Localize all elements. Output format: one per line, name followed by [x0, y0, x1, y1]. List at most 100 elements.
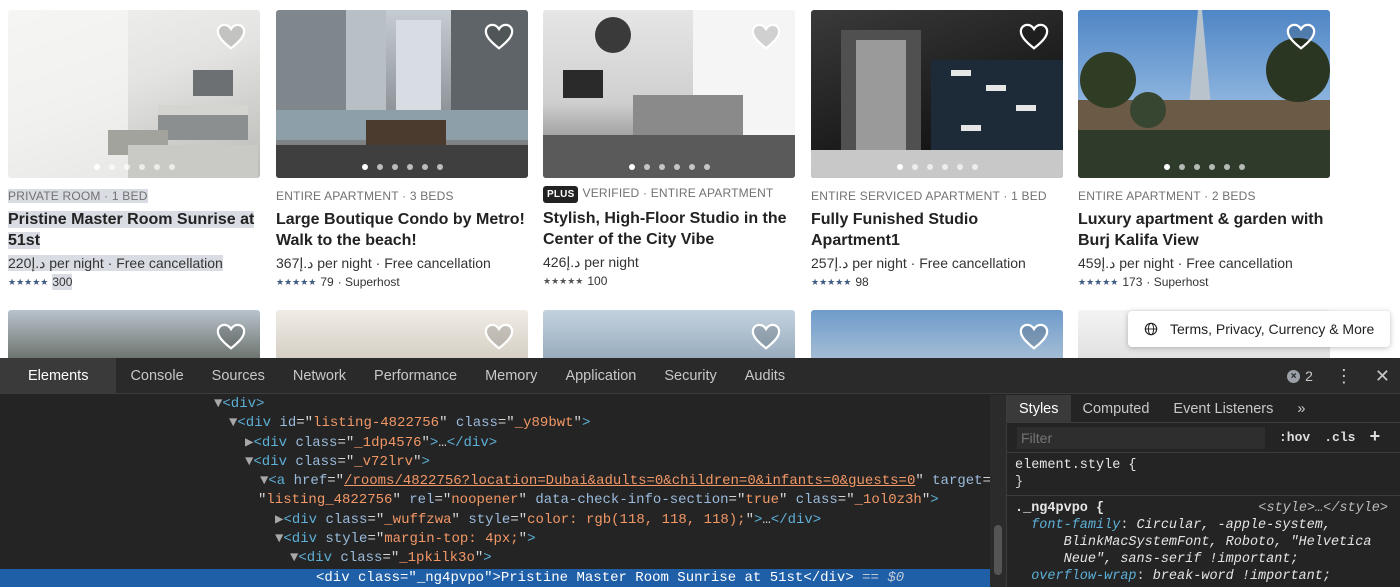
styles-filter-row: :hov .cls + [1007, 423, 1400, 453]
hover-state-toggle[interactable]: :hov [1279, 430, 1310, 445]
more-options-icon[interactable]: ⋮ [1335, 367, 1353, 385]
star-rating-icon: ★★★★★ [1078, 277, 1119, 287]
devtools-tabbar: Elements Console Sources Network Perform… [0, 358, 1400, 394]
listing-title[interactable]: Large Boutique Condo by Metro! Walk to t… [276, 209, 526, 251]
error-counter[interactable]: × 2 [1287, 368, 1313, 384]
favorite-heart-icon[interactable] [1019, 322, 1049, 352]
error-icon: × [1287, 369, 1301, 383]
dom-node[interactable]: ▼<div id="listing-4822756" class="_y89bw… [0, 414, 1006, 433]
star-rating-icon: ★★★★★ [543, 276, 584, 286]
tab-security[interactable]: Security [650, 358, 730, 393]
listing-card[interactable]: PLUS VERIFIED · ENTIRE APARTMENT Stylish,… [543, 10, 795, 289]
tab-console[interactable]: Console [116, 358, 197, 393]
listing-card[interactable]: ENTIRE APARTMENT · 3 BEDS Large Boutique… [276, 10, 528, 290]
favorite-heart-icon[interactable] [751, 22, 781, 52]
listing-title[interactable]: Fully Funished Studio Apartment1 [811, 209, 1061, 251]
listing-photo[interactable] [276, 10, 528, 178]
tab-performance[interactable]: Performance [360, 358, 471, 393]
element-style-rule[interactable]: element.style { } [1007, 453, 1400, 496]
tab-styles[interactable]: Styles [1007, 395, 1071, 422]
star-rating-icon: ★★★★★ [8, 277, 49, 287]
listing-price: 459د.إ per night · Free cancellation [1078, 255, 1293, 271]
listing-price: 257د.إ per night · Free cancellation [811, 255, 1026, 271]
dom-node-continued[interactable]: "listing_4822756" rel="noopener" data-ch… [0, 491, 1006, 510]
more-tabs-icon[interactable]: » [1285, 395, 1317, 422]
carousel-dots [276, 164, 528, 170]
dom-node[interactable]: ▼<div> [0, 395, 1006, 414]
elements-tree[interactable]: ▼<div> ▼<div id="listing-4822756" class=… [0, 395, 1006, 587]
tab-computed[interactable]: Computed [1071, 395, 1162, 422]
listing-title[interactable]: Stylish, High-Floor Studio in the Center… [543, 208, 793, 250]
styles-filter-input[interactable] [1017, 426, 1265, 449]
globe-icon [1144, 322, 1158, 336]
favorite-heart-icon[interactable] [216, 22, 246, 52]
listing-type: ENTIRE APARTMENT · 2 BEDS [1078, 189, 1256, 203]
favorite-heart-icon[interactable] [1019, 22, 1049, 52]
footer-links-label: Terms, Privacy, Currency & More [1170, 321, 1375, 337]
elements-scrollbar[interactable] [990, 395, 1006, 587]
tab-elements[interactable]: Elements [0, 358, 117, 393]
carousel-dots [543, 164, 795, 170]
listing-photo[interactable] [8, 10, 260, 178]
favorite-heart-icon[interactable] [751, 322, 781, 352]
dom-node[interactable]: ▼<div style="margin-top: 4px;"> [0, 530, 1006, 549]
devtools-actions: × 2 ⋮ ✕ [1287, 358, 1390, 394]
dom-node-selected[interactable]: <div class="_ng4pvpo">Pristine Master Ro… [0, 568, 1006, 587]
listing-price: 367د.إ per night · Free cancellation [276, 255, 491, 271]
listing-photo[interactable] [276, 310, 528, 358]
dom-node[interactable]: ▼<a href="/rooms/4822756?location=Dubai&… [0, 472, 1006, 491]
css-rule[interactable]: ._ng4pvpo {<style>…</style> font-family:… [1007, 496, 1400, 587]
listing-photo[interactable] [543, 10, 795, 178]
listing-type: ENTIRE APARTMENT · 3 BEDS [276, 189, 454, 203]
listing-card[interactable]: PRIVATE ROOM · 1 BED Pristine Master Roo… [8, 10, 260, 290]
footer-links-button[interactable]: Terms, Privacy, Currency & More [1128, 311, 1390, 347]
listing-card[interactable]: ENTIRE SERVICED APARTMENT · 1 BED Fully … [811, 10, 1063, 290]
favorite-heart-icon[interactable] [1286, 22, 1316, 52]
listing-title[interactable]: Pristine Master Room Sunrise at 51st [8, 209, 258, 251]
listing-photo[interactable] [1078, 10, 1330, 178]
plus-badge: PLUS [543, 186, 579, 203]
dom-node[interactable]: ▶<div class="_wuffzwa" style="color: rgb… [0, 511, 1006, 530]
close-icon[interactable]: ✕ [1375, 366, 1390, 387]
dom-node[interactable]: ▶<div class="_1dp4576">…</div> [0, 434, 1006, 453]
listing-rating: ★★★★★ 79 · Superhost [276, 275, 400, 289]
listing-card[interactable]: ENTIRE APARTMENT · 2 BEDS Luxury apartme… [1078, 10, 1330, 290]
listings-page: PRIVATE ROOM · 1 BED Pristine Master Roo… [0, 0, 1400, 358]
tab-application[interactable]: Application [551, 358, 650, 393]
tab-audits[interactable]: Audits [731, 358, 799, 393]
dom-node[interactable]: ▼<div class="_1pkilk3o"> [0, 549, 1006, 568]
tab-event-listeners[interactable]: Event Listeners [1161, 395, 1285, 422]
listing-photo[interactable] [543, 310, 795, 358]
tab-network[interactable]: Network [279, 358, 360, 393]
listing-rating: ★★★★★ 98 [811, 275, 869, 289]
carousel-dots [811, 164, 1063, 170]
listing-rating: ★★★★★ 100 [543, 274, 608, 288]
listing-type: PRIVATE ROOM · 1 BED [8, 189, 148, 203]
devtools-panel: Elements Console Sources Network Perform… [0, 358, 1400, 587]
listing-price: 220د.إ per night · Free cancellation [8, 255, 223, 271]
add-rule-icon[interactable]: + [1369, 428, 1380, 448]
tab-memory[interactable]: Memory [471, 358, 551, 393]
listing-type: ENTIRE SERVICED APARTMENT · 1 BED [811, 189, 1047, 203]
tab-sources[interactable]: Sources [198, 358, 279, 393]
star-rating-icon: ★★★★★ [811, 277, 852, 287]
browser-window: PRIVATE ROOM · 1 BED Pristine Master Roo… [0, 0, 1400, 587]
favorite-heart-icon[interactable] [484, 22, 514, 52]
listing-rating: ★★★★★ 173 · Superhost [1078, 275, 1209, 289]
favorite-heart-icon[interactable] [216, 322, 246, 352]
listing-rating: ★★★★★ 300 [8, 274, 73, 290]
star-rating-icon: ★★★★★ [276, 277, 317, 287]
styles-tabbar: Styles Computed Event Listeners » [1007, 395, 1400, 423]
rule-source-link[interactable]: <style>…</style> [1258, 500, 1388, 517]
listing-type: PLUS VERIFIED · ENTIRE APARTMENT [543, 186, 795, 203]
dom-node[interactable]: ▼<div class="_v72lrv"> [0, 453, 1006, 472]
listing-photo[interactable] [811, 10, 1063, 178]
carousel-dots [1078, 164, 1330, 170]
favorite-heart-icon[interactable] [484, 322, 514, 352]
listing-price: 426د.إ per night [543, 254, 639, 270]
listing-photo[interactable] [8, 310, 260, 358]
listing-photo[interactable] [811, 310, 1063, 358]
styles-pane: Styles Computed Event Listeners » :hov .… [1006, 395, 1400, 587]
class-toggle[interactable]: .cls [1324, 430, 1355, 445]
listing-title[interactable]: Luxury apartment & garden with Burj Kali… [1078, 209, 1328, 251]
